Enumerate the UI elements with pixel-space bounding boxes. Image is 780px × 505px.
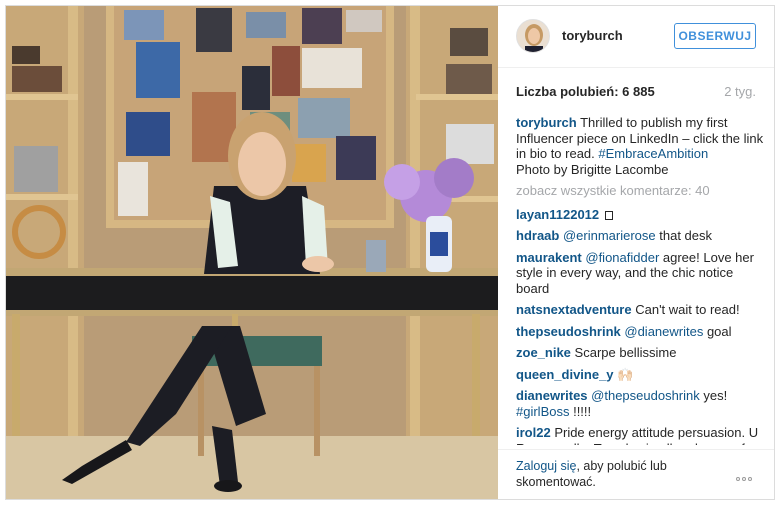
post-photo[interactable] xyxy=(6,6,498,499)
post-footer: Zaloguj się, aby polubić lub skomentować… xyxy=(498,449,774,499)
post-caption: toryburch Thrilled to publish my first I… xyxy=(516,115,764,177)
profile-avatar[interactable] xyxy=(516,19,550,53)
comment-item: dianewrites @thepseudoshrink yes! #girlB… xyxy=(516,388,764,419)
raised-hands-emoji: 🙌🏻 xyxy=(617,366,634,382)
more-options-icon[interactable] xyxy=(736,468,760,481)
comment-mention[interactable]: @thepseudoshrink xyxy=(591,388,700,403)
likes-count[interactable]: Liczba polubień: 6 885 xyxy=(516,84,655,99)
comment-hashtag[interactable]: #girlBoss xyxy=(516,404,569,419)
comment-username[interactable]: zoe_nike xyxy=(516,345,571,360)
comment-item: zoe_nike Scarpe bellissime xyxy=(516,345,764,361)
comment-item: irol22 Pride energy attitude persuasion.… xyxy=(516,425,764,445)
comment-item: thepseudoshrink @dianewrites goal xyxy=(516,324,764,340)
dot xyxy=(736,477,740,481)
office-photo-illustration xyxy=(6,6,498,499)
instagram-post-embed: toryburch OBSERWUJ Liczba polubień: 6 88… xyxy=(5,5,775,500)
comment-item: natsnextadventure Can't wait to read! xyxy=(516,302,764,318)
comment-mention[interactable]: @fionafidder xyxy=(585,250,659,265)
comment-text: that desk xyxy=(655,228,713,243)
caption-username[interactable]: toryburch xyxy=(516,115,577,130)
login-link[interactable]: Zaloguj się xyxy=(516,459,576,473)
comment-text-suffix: !!!!! xyxy=(569,403,592,419)
comment-mention[interactable]: @erinmarierose xyxy=(563,228,656,243)
post-timestamp[interactable]: 2 tyg. xyxy=(724,84,756,99)
comment-username[interactable]: maurakent xyxy=(516,250,582,265)
caption-credit: Photo by Brigitte Lacombe xyxy=(516,161,669,177)
comment-item: queen_divine_y 🙌🏻 xyxy=(516,367,764,383)
avatar-image xyxy=(517,20,549,52)
comment-username[interactable]: queen_divine_y xyxy=(516,367,614,382)
comments-list: toryburch Thrilled to publish my first I… xyxy=(516,115,764,445)
follow-button[interactable]: OBSERWUJ xyxy=(674,23,756,49)
post-side-panel: toryburch OBSERWUJ Liczba polubień: 6 88… xyxy=(498,6,774,499)
post-stats: Liczba polubień: 6 885 2 tyg. xyxy=(516,84,756,100)
comment-username[interactable]: dianewrites xyxy=(516,388,588,403)
post-header: toryburch OBSERWUJ xyxy=(498,6,774,68)
dot xyxy=(742,477,746,481)
post-author-username[interactable]: toryburch xyxy=(562,28,623,43)
dot xyxy=(748,477,752,481)
comment-text: goal xyxy=(703,323,732,339)
comment-item: layan1122012 xyxy=(516,207,764,223)
comment-text: Can't wait to read! xyxy=(635,302,740,317)
comment-mention[interactable]: @dianewrites xyxy=(624,324,703,339)
comment-username[interactable]: thepseudoshrink xyxy=(516,324,621,339)
comment-username[interactable]: layan1122012 xyxy=(516,207,599,222)
view-all-comments-link[interactable]: zobacz wszystkie komentarze: 40 xyxy=(516,183,764,199)
caption-hashtag[interactable]: #EmbraceAmbition xyxy=(598,146,708,161)
login-prompt: Zaloguj się, aby polubić lub skomentować… xyxy=(516,458,716,490)
comment-username[interactable]: hdraab xyxy=(516,228,559,243)
comment-item: maurakent @fionafidder agree! Love her s… xyxy=(516,250,764,297)
comment-text: yes! xyxy=(699,388,728,403)
comment-item: hdraab @erinmarierose that desk xyxy=(516,228,764,244)
comment-text: Scarpe bellissime xyxy=(574,345,677,360)
comment-username[interactable]: irol22 xyxy=(516,425,551,440)
comment-text: Pride energy attitude persuasion. U R ve… xyxy=(516,425,759,445)
comment-username[interactable]: natsnextadventure xyxy=(516,302,632,317)
emoji-placeholder-icon xyxy=(604,210,613,220)
